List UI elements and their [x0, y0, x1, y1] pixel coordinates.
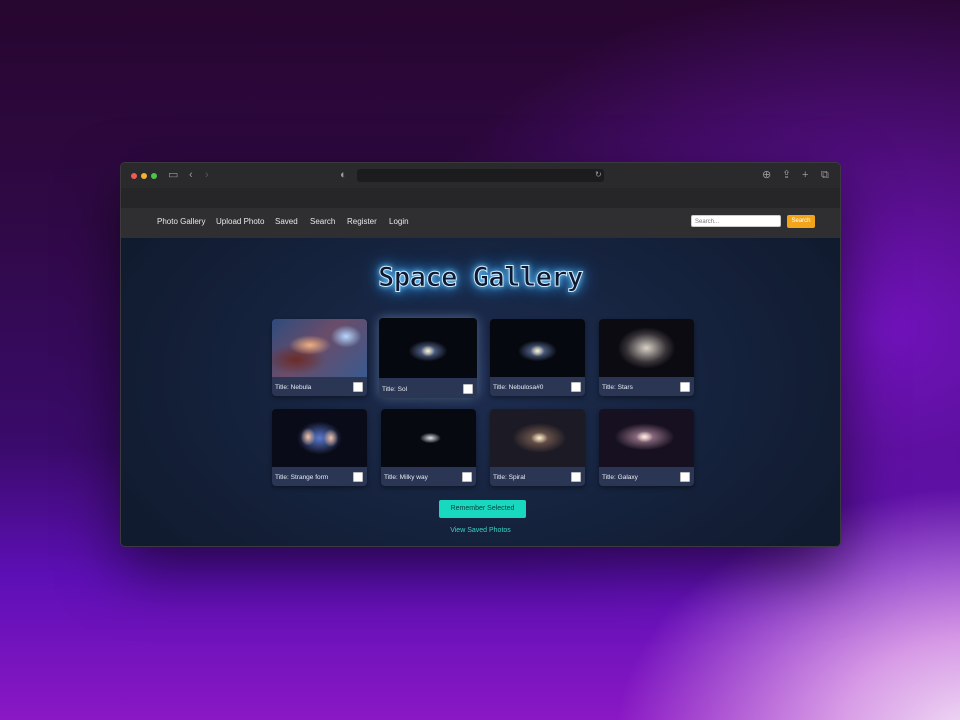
search-button[interactable]: Search: [787, 215, 815, 228]
remember-selected-button[interactable]: Remember Selected: [439, 500, 526, 518]
title-bar: ▭ ‹ › ◐ ↻ ⊕ ⇪ + ⧉: [121, 163, 840, 188]
photo-image[interactable]: [381, 409, 476, 467]
photo-caption: Title: Galaxy: [602, 474, 638, 481]
view-saved-photos-link[interactable]: View Saved Photos: [121, 527, 840, 534]
privacy-shield-icon[interactable]: ◐: [340, 169, 347, 181]
photo-card[interactable]: Title: Milky way: [381, 409, 476, 486]
photo-card[interactable]: Title: Spiral: [490, 409, 585, 486]
photo-caption: Title: Milky way: [384, 474, 428, 481]
photo-image[interactable]: [490, 319, 585, 377]
downloads-icon[interactable]: ⊕: [762, 169, 771, 181]
photo-image[interactable]: [599, 409, 694, 467]
photo-image[interactable]: [490, 409, 585, 467]
photo-image[interactable]: [272, 409, 367, 467]
photo-image[interactable]: [272, 319, 367, 377]
nav-register[interactable]: Register: [347, 217, 377, 226]
window-controls: [127, 172, 157, 179]
photo-caption: Title: Stars: [602, 384, 633, 391]
forward-icon[interactable]: ›: [205, 169, 209, 181]
photo-caption: Title: Nebula: [275, 384, 312, 391]
select-checkbox[interactable]: [571, 382, 581, 392]
nav-saved[interactable]: Saved: [275, 217, 298, 226]
site-navbar: Photo Gallery Upload Photo Saved Search …: [121, 208, 840, 238]
search-input[interactable]: Search...: [691, 215, 781, 227]
nav-search[interactable]: Search: [310, 217, 335, 226]
photo-caption: Title: Sol: [382, 386, 408, 393]
back-icon[interactable]: ‹: [189, 169, 193, 181]
share-icon[interactable]: ⇪: [782, 169, 791, 181]
photo-caption: Title: Strange form: [275, 474, 329, 481]
nav-photo-gallery[interactable]: Photo Gallery: [157, 217, 205, 226]
browser-window: ▭ ‹ › ◐ ↻ ⊕ ⇪ + ⧉ Photo Gallery Upload P…: [120, 162, 841, 547]
select-checkbox[interactable]: [571, 472, 581, 482]
nav-login[interactable]: Login: [389, 217, 409, 226]
photo-caption: Title: Nebulosa#0: [493, 384, 544, 391]
select-checkbox[interactable]: [463, 384, 473, 394]
photo-card[interactable]: Title: Sol: [379, 318, 477, 398]
select-checkbox[interactable]: [353, 472, 363, 482]
photo-card[interactable]: Title: Stars: [599, 319, 694, 396]
page-title: Space Gallery: [378, 262, 584, 294]
photo-card[interactable]: Title: Strange form: [272, 409, 367, 486]
nav-upload-photo[interactable]: Upload Photo: [216, 217, 264, 226]
photo-card[interactable]: Title: Nebula: [272, 319, 367, 396]
select-checkbox[interactable]: [680, 472, 690, 482]
select-checkbox[interactable]: [680, 382, 690, 392]
select-checkbox[interactable]: [462, 472, 472, 482]
photo-image[interactable]: [379, 318, 477, 378]
photo-caption: Title: Spiral: [493, 474, 526, 481]
photo-card[interactable]: Title: Galaxy: [599, 409, 694, 486]
close-window-icon[interactable]: [131, 172, 137, 179]
new-tab-icon[interactable]: +: [802, 169, 808, 181]
gallery-page: Space Gallery Title: Nebula Title: Sol T…: [121, 238, 840, 546]
photo-image[interactable]: [599, 319, 694, 377]
maximize-window-icon[interactable]: [151, 172, 157, 179]
photo-card[interactable]: Title: Nebulosa#0: [490, 319, 585, 396]
select-checkbox[interactable]: [353, 382, 363, 392]
sidebar-toggle-icon[interactable]: ▭: [168, 169, 178, 181]
address-bar[interactable]: [357, 169, 604, 182]
minimize-window-icon[interactable]: [141, 172, 147, 179]
tab-strip: [121, 188, 840, 208]
reload-icon[interactable]: ↻: [595, 169, 602, 181]
tab-overview-icon[interactable]: ⧉: [821, 169, 829, 181]
